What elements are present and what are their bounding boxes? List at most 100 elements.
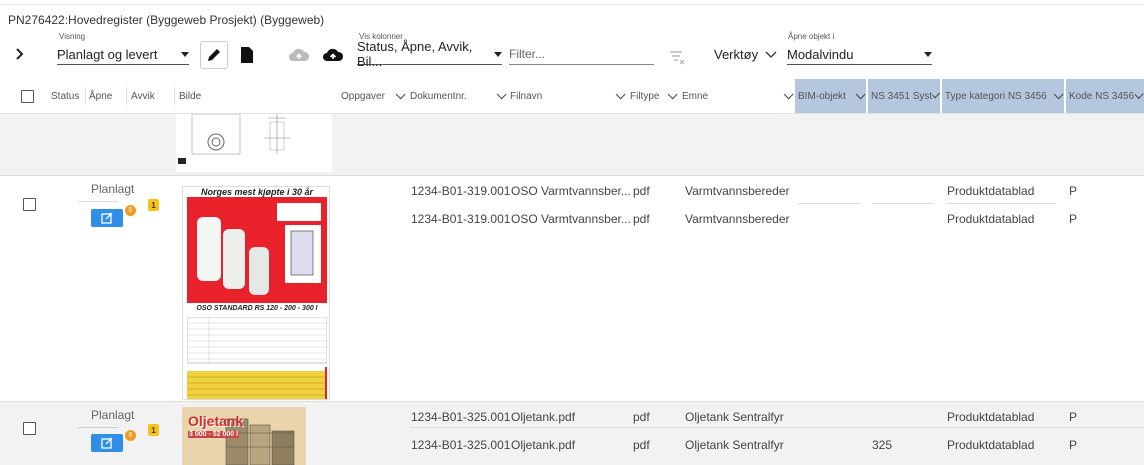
verktoy-menu[interactable]: Verktøy (714, 47, 778, 62)
avvik-count-badge[interactable]: 1 (148, 424, 159, 436)
dokumentnr-cell: 1234-B01-325.001 (411, 438, 511, 452)
col-emne[interactable]: Emne (679, 79, 794, 113)
col-emne-label: Emne (682, 90, 709, 102)
chevron-down-icon (765, 51, 777, 58)
dokumentnr-cell: 1234-B01-319.001 (411, 184, 511, 198)
top-rule (0, 4, 1144, 5)
col-oppgaver-label: Oppgaver (341, 90, 385, 102)
col-type-kategori[interactable]: Type kategori NS 3456 (942, 79, 1065, 113)
emne-cell: Varmtvannsbereder (685, 184, 790, 198)
filnavn-cell[interactable]: OSO Varmtvannsber... (511, 184, 631, 198)
document-icon (241, 47, 253, 63)
chevron-down-icon (1053, 88, 1064, 99)
table-row[interactable]: Planlagt 6 1 Norges mest kjøpte i 30 år … (0, 176, 1144, 402)
dokumentnr-cell: 1234-B01-325.001 (411, 410, 511, 424)
status-underline (78, 427, 118, 428)
row-checkbox[interactable] (23, 422, 36, 435)
cloud-download-button[interactable] (322, 47, 344, 63)
pencil-icon (208, 49, 220, 61)
kode-cell: P (1069, 410, 1078, 424)
col-dokumentnr-label: Dokumentnr. (410, 90, 467, 102)
vis-kolonner-select[interactable]: Status, Åpne, Avvik, Bil... (357, 39, 502, 69)
chevron-down-icon (395, 88, 406, 99)
cloud-upload-disabled-button[interactable] (288, 47, 310, 63)
open-edit-button[interactable] (91, 434, 123, 452)
vis-kolonner-value: Status, Åpne, Avvik, Bil... (357, 39, 473, 69)
col-bim[interactable]: BIM-objekt (795, 79, 867, 113)
edit-pencil-button[interactable] (200, 41, 228, 69)
col-kode-label: Kode NS 3456 (1069, 90, 1135, 102)
col-type-kategori-label: Type kategori NS 3456 (945, 90, 1047, 102)
table-header: Status Åpne Avvik Bilde Oppgaver Dokumen… (0, 79, 1144, 114)
row-checkbox[interactable] (23, 198, 36, 211)
col-divider (126, 87, 127, 105)
col-filnavn[interactable]: Filnavn (507, 79, 626, 113)
filtype-cell: pdf (633, 438, 650, 452)
visning-value: Planlagt og levert (57, 46, 158, 62)
col-apne[interactable]: Åpne (86, 79, 124, 113)
filter-placeholder: Filter... (509, 47, 546, 61)
avvik-count-badge[interactable]: 1 (148, 199, 159, 211)
product-image: Norges mest kjøpte i 30 år OSO STANDARD … (182, 186, 330, 400)
visning-select[interactable]: Planlagt og levert (57, 44, 189, 65)
page-title: PN276422:Hovedregister (Byggeweb Prosjek… (8, 13, 325, 27)
filtype-cell: pdf (633, 184, 650, 198)
filnavn-cell[interactable]: Oljetank.pdf (511, 438, 575, 452)
filnavn-cell[interactable]: Oljetank.pdf (511, 410, 575, 424)
col-avvik[interactable]: Avvik (128, 79, 174, 113)
col-filnavn-label: Filnavn (510, 90, 543, 102)
col-filtype[interactable]: Filtype (627, 79, 678, 113)
select-all-cell (18, 79, 48, 113)
chevron-down-icon (667, 88, 678, 99)
expand-chevron-icon[interactable] (14, 47, 26, 61)
type-kategori-cell: Produktdatablad (947, 410, 1035, 424)
technical-drawing-image (178, 113, 290, 164)
poster-caption: OSO STANDARD RS 120 - 200 - 300 l (196, 305, 318, 312)
row-divider (410, 427, 1144, 428)
new-document-button[interactable] (240, 46, 256, 64)
filtype-cell: pdf (633, 212, 650, 226)
clear-filter-icon[interactable] (668, 48, 686, 66)
status-underline (78, 201, 118, 202)
poster-heading: Norges mest kjøpte i 30 år (200, 187, 314, 197)
cell-underline (946, 203, 1056, 204)
drawing-thumbnail (176, 113, 332, 172)
chevron-down-icon (932, 90, 940, 98)
col-kode[interactable]: Kode NS 3456 (1066, 79, 1144, 113)
filnavn-cell[interactable]: OSO Varmtvannsber... (511, 212, 631, 226)
kode-cell: P (1069, 184, 1078, 198)
apne-objekt-select[interactable]: Modalvindu (787, 44, 932, 65)
notification-count-badge: 6 (125, 430, 136, 441)
visning-label: Visning (59, 32, 86, 41)
col-divider (85, 87, 86, 105)
edit-external-icon (101, 212, 113, 224)
product-image: Oljetank 3 000 - 52 000 l (182, 407, 306, 465)
spec-table-image (187, 317, 327, 399)
open-edit-button[interactable] (91, 209, 123, 227)
kode-cell: P (1069, 212, 1078, 226)
cell-underline (798, 203, 860, 204)
col-ns3451-label: NS 3451 Syst (871, 90, 933, 102)
table-row[interactable]: Planlagt 6 1 Oljetank 3 000 - 52 000 l 1… (0, 402, 1144, 465)
col-divider (174, 87, 175, 105)
ns3451-cell: 325 (872, 438, 893, 452)
oljetank-heading: Oljetank (188, 413, 244, 429)
chevron-down-icon (181, 51, 189, 57)
chevron-down-icon (496, 88, 507, 99)
type-kategori-cell: Produktdatablad (947, 184, 1035, 198)
col-status[interactable]: Status (48, 79, 86, 113)
col-dokumentnr[interactable]: Dokumentnr. (407, 79, 507, 113)
cell-underline (872, 203, 934, 204)
col-ns3451[interactable]: NS 3451 Syst (868, 79, 941, 113)
cloud-upload-icon (289, 48, 310, 61)
select-all-checkbox[interactable] (21, 89, 34, 103)
notification-count-badge: 6 (125, 205, 136, 216)
kode-cell: P (1069, 438, 1078, 452)
filter-input[interactable]: Filter... (509, 44, 654, 65)
status-text: Planlagt (91, 408, 135, 422)
col-bilde[interactable]: Bilde (176, 79, 336, 113)
emne-cell: Oljetank Sentralfyr (685, 438, 784, 452)
emne-cell: Varmtvannsbereder (685, 212, 790, 226)
filtype-cell: pdf (633, 410, 650, 424)
col-oppgaver[interactable]: Oppgaver (338, 79, 406, 113)
